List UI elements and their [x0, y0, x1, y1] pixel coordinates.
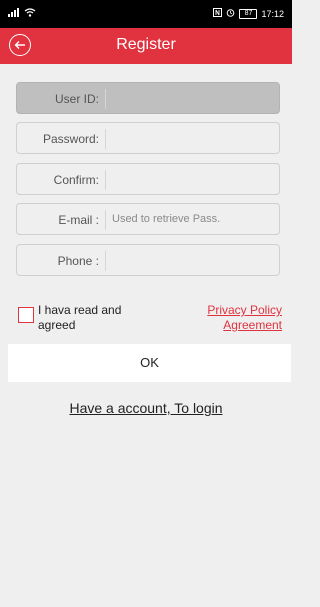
password-field[interactable]: Password:	[16, 122, 280, 154]
agree-text: I hava read and agreed	[38, 303, 122, 332]
wifi-icon	[24, 8, 36, 19]
divider	[105, 251, 106, 271]
privacy-policy-link[interactable]: Privacy Policy Agreement	[172, 303, 282, 333]
user-id-field[interactable]: User ID:	[16, 82, 280, 114]
agree-checkbox[interactable]	[18, 307, 34, 323]
divider	[105, 89, 106, 109]
alarm-icon	[226, 8, 235, 19]
status-left	[8, 8, 36, 19]
user-id-label: User ID:	[54, 92, 99, 106]
ok-button[interactable]: OK	[8, 344, 291, 382]
email-label: E-mail :	[58, 213, 99, 227]
signal-icon	[8, 8, 20, 19]
confirm-field[interactable]: Confirm:	[16, 163, 280, 195]
divider	[105, 210, 106, 230]
nfc-icon	[213, 8, 223, 19]
phone-field[interactable]: Phone :	[16, 244, 280, 276]
divider	[105, 170, 106, 190]
page-title: Register	[116, 36, 176, 53]
password-label: Password:	[42, 132, 99, 146]
email-field[interactable]: E-mail : Used to retrieve Pass.	[16, 203, 280, 235]
confirm-label: Confirm:	[53, 173, 99, 187]
battery-icon: 87	[239, 8, 258, 19]
title-bar: Register	[0, 28, 292, 64]
divider	[105, 129, 106, 149]
phone-label: Phone :	[57, 254, 99, 268]
status-bar: 87 17:12	[0, 0, 292, 28]
login-link[interactable]: Have a account, To login	[0, 400, 292, 416]
email-input[interactable]: Used to retrieve Pass.	[112, 213, 220, 225]
status-time: 17:12	[261, 8, 284, 19]
status-right: 87 17:12	[213, 8, 284, 19]
